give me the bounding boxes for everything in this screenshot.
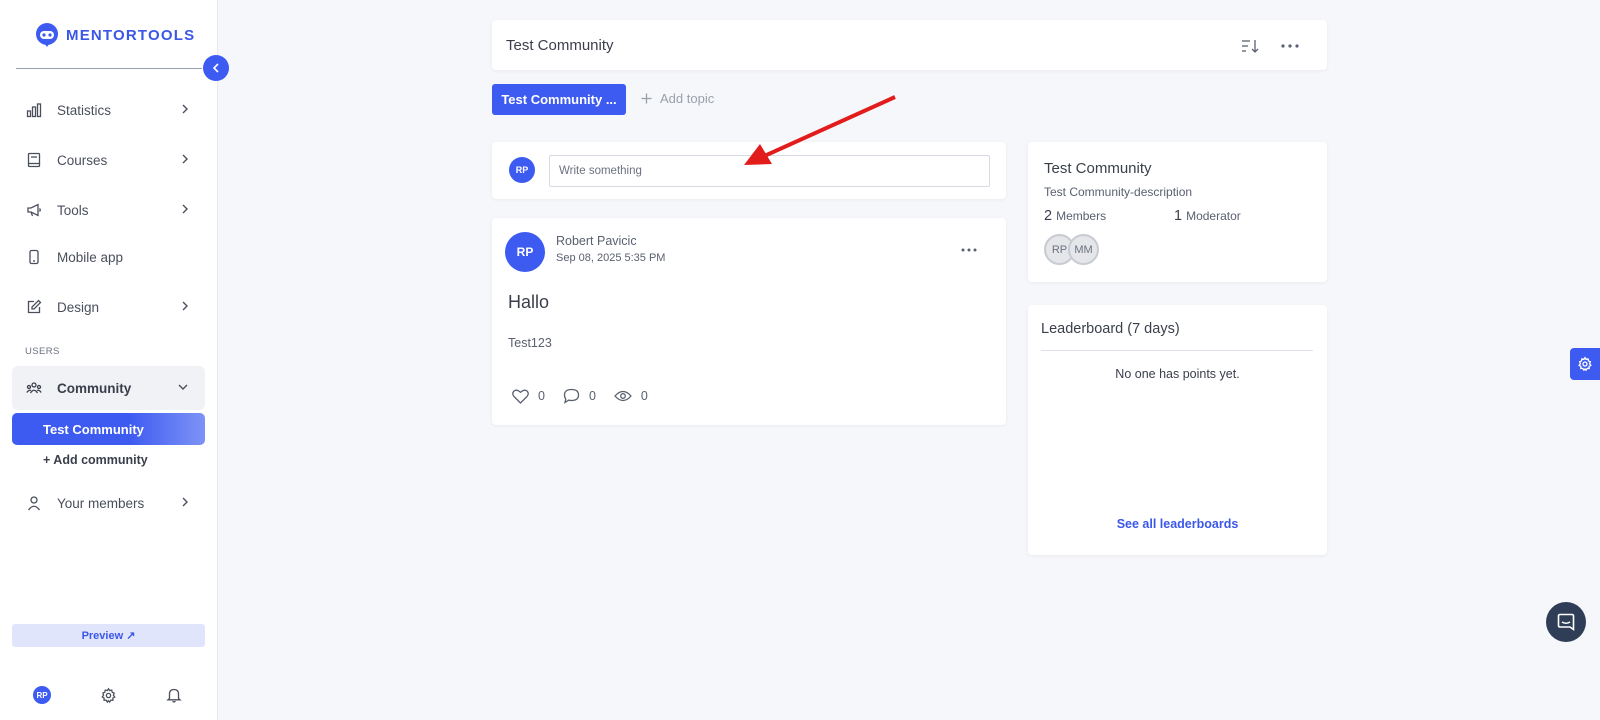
avatar: RP [505, 232, 545, 272]
leaderboard-empty-message: No one has points yet. [1115, 367, 1240, 381]
moderators-count: 1 [1174, 208, 1183, 224]
add-community-link[interactable]: + Add community [43, 453, 148, 467]
sidebar-item-label: Tools [57, 202, 89, 218]
members-label: Members [1056, 209, 1107, 223]
view-count: 0 [640, 389, 648, 403]
post-title: Hallo [508, 292, 550, 312]
gear-icon[interactable] [97, 684, 119, 706]
comment-icon [563, 388, 580, 404]
post-card: RP Robert Pavicic Sep 08, 2025 5:35 PM H… [492, 218, 1006, 425]
like-count: 0 [538, 389, 545, 403]
sort-icon[interactable] [1240, 36, 1260, 56]
leaderboard-title: Leaderboard (7 days) [1041, 321, 1180, 337]
sidebar-subitem-test-community[interactable]: Test Community [12, 413, 205, 445]
moderators-stat: 1 Moderator [1174, 208, 1241, 224]
page-title: Test Community [506, 37, 614, 54]
settings-tab-button[interactable] [1570, 348, 1600, 380]
see-all-leaderboards-link[interactable]: See all leaderboards [1028, 517, 1327, 531]
chevron-right-icon [182, 497, 188, 507]
chevron-right-icon [182, 204, 188, 214]
avatar: RP [509, 157, 535, 183]
sidebar-item-label: Community [57, 380, 132, 396]
sidebar-item-design[interactable]: Design [12, 287, 205, 327]
user-avatar-button[interactable]: RP [31, 684, 53, 706]
sidebar: MENTORTOOLS Statistics Courses Tools Mob… [0, 0, 218, 720]
views-stat: 0 [614, 389, 648, 403]
megaphone-icon [25, 201, 43, 219]
post-body: Test123 [508, 336, 552, 350]
book-icon [25, 151, 43, 169]
post-stats: 0 0 0 [512, 388, 648, 404]
heart-icon [512, 389, 529, 404]
chevron-right-icon [182, 104, 188, 114]
moderators-label: Moderator [1186, 209, 1241, 223]
sidebar-item-tools[interactable]: Tools [12, 190, 205, 230]
members-count: 2 [1044, 208, 1053, 224]
eye-icon [614, 390, 632, 402]
brand-name: MENTORTOOLS [66, 26, 196, 44]
phone-icon [25, 248, 43, 266]
user-icon [25, 494, 43, 512]
more-options-icon[interactable] [1280, 36, 1300, 56]
sidebar-item-community[interactable]: Community [12, 366, 205, 410]
members-stat: 2 Members [1044, 208, 1106, 224]
sidebar-item-label: Your members [57, 495, 145, 511]
bell-icon[interactable] [163, 684, 185, 706]
community-name: Test Community [1044, 160, 1152, 177]
community-header: Test Community [492, 20, 1327, 70]
community-description: Test Community-description [1044, 185, 1193, 199]
post-timestamp: Sep 08, 2025 5:35 PM [556, 252, 666, 264]
pencil-icon [25, 298, 43, 316]
leaderboard-card: Leaderboard (7 days) No one has points y… [1028, 305, 1327, 555]
like-button[interactable]: 0 [512, 389, 545, 404]
community-info-card: Test Community Test Community-descriptio… [1028, 142, 1327, 282]
sidebar-item-statistics[interactable]: Statistics [12, 90, 205, 130]
section-label-users: USERS [25, 346, 60, 357]
bar-chart-icon [25, 101, 43, 119]
add-topic-button[interactable]: Add topic [641, 91, 714, 106]
sidebar-item-courses[interactable]: Courses [12, 140, 205, 180]
comment-button[interactable]: 0 [563, 388, 596, 404]
post-more-options-icon[interactable] [958, 242, 980, 258]
chat-icon [1557, 613, 1575, 632]
logo[interactable]: MENTORTOOLS [34, 22, 195, 48]
collapse-sidebar-button[interactable] [203, 55, 229, 81]
sidebar-item-mobile-app[interactable]: Mobile app [12, 237, 205, 277]
chevron-right-icon [182, 301, 188, 311]
chevron-down-icon [178, 384, 188, 390]
logo-divider [16, 68, 202, 69]
robot-logo-icon [36, 23, 58, 47]
member-avatar[interactable]: MM [1068, 234, 1099, 265]
chevron-right-icon [182, 154, 188, 164]
gear-icon [1578, 356, 1592, 372]
sidebar-item-label: Mobile app [57, 249, 124, 265]
sidebar-footer: RP [0, 684, 218, 708]
sidebar-item-your-members[interactable]: Your members [12, 483, 205, 523]
post-composer: RP [492, 142, 1006, 199]
preview-button[interactable]: Preview ↗ [12, 624, 205, 647]
sidebar-item-label: Statistics [57, 102, 112, 118]
post-author[interactable]: Robert Pavicic [556, 234, 637, 248]
tab-test-community[interactable]: Test Community ... [492, 84, 626, 115]
sidebar-item-label: Courses [57, 152, 108, 168]
avatar: RP [33, 686, 51, 704]
chat-launcher-button[interactable] [1546, 602, 1586, 642]
comment-count: 0 [588, 389, 596, 403]
chevron-left-icon [212, 63, 219, 73]
divider [1041, 350, 1313, 351]
write-post-input[interactable] [549, 155, 990, 187]
sidebar-item-label: Design [57, 299, 100, 315]
add-topic-label: Add topic [660, 91, 715, 106]
users-icon [25, 379, 43, 397]
plus-icon [641, 93, 652, 104]
